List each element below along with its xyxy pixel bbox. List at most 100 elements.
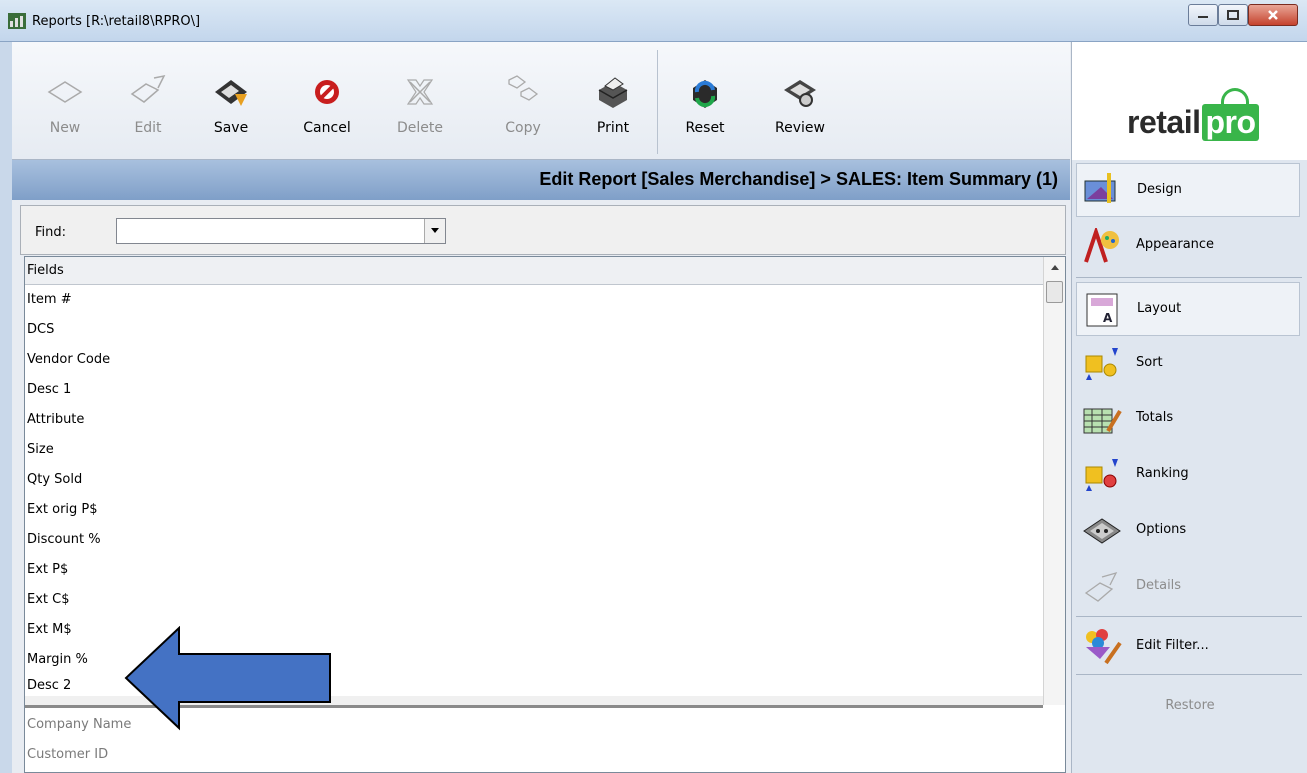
logo-text-pro: pro [1202, 104, 1259, 141]
print-button[interactable]: Print [580, 72, 646, 152]
sidebar-label-ranking: Ranking [1136, 466, 1189, 481]
app-icon [8, 13, 26, 29]
sort-icon [1085, 348, 1118, 380]
toolbar-separator [657, 50, 658, 154]
save-button[interactable]: Save [198, 72, 264, 152]
ranking-icon [1085, 459, 1118, 491]
field-item[interactable]: DCS [27, 315, 54, 345]
sidebar-item-totals[interactable]: Totals [1076, 392, 1300, 446]
sidebar-item-ranking[interactable]: Ranking [1076, 448, 1300, 502]
retailpro-logo: retail pro [1071, 42, 1307, 160]
title-bar: Reports [R:\retail8\RPRO\] [0, 0, 1307, 42]
sidebar-divider [1076, 277, 1302, 278]
reset-button[interactable]: Reset [672, 72, 738, 152]
layout-icon: A [1086, 293, 1118, 327]
field-item[interactable]: Desc 2 [27, 675, 71, 697]
sidebar-label-totals: Totals [1136, 410, 1174, 425]
new-button[interactable]: New [32, 72, 98, 152]
scroll-thumb[interactable] [1046, 281, 1063, 303]
svg-text:A: A [1103, 311, 1113, 325]
close-button[interactable] [1248, 4, 1298, 26]
print-icon [598, 77, 628, 108]
copy-icon [508, 75, 539, 101]
field-item[interactable]: Discount % [27, 525, 101, 555]
print-label: Print [596, 120, 630, 136]
fields-scrollbar[interactable] [1043, 257, 1065, 705]
page-title: Edit Report [Sales Merchandise] > SALES:… [539, 169, 1058, 189]
sidebar-item-layout[interactable]: A Layout [1076, 282, 1300, 336]
find-panel: Find: [20, 205, 1066, 255]
field-item[interactable]: Item # [27, 285, 72, 315]
copy-button[interactable]: Copy [490, 72, 556, 152]
cancel-icon [315, 80, 339, 104]
delete-icon [406, 79, 434, 105]
scroll-up-button[interactable] [1044, 257, 1065, 277]
edit-label: Edit [134, 120, 162, 136]
field-item[interactable]: Ext M$ [27, 615, 72, 645]
appearance-icon [1084, 228, 1119, 263]
reset-icon [693, 80, 717, 108]
field-item[interactable]: Ext C$ [27, 585, 70, 615]
sidebar-item-design[interactable]: Design [1076, 163, 1300, 217]
close-icon [1268, 10, 1278, 20]
minimize-icon [1198, 16, 1208, 18]
logo-text: retail pro [1127, 104, 1259, 141]
save-icon [215, 80, 247, 106]
sidebar-item-options[interactable]: Options [1076, 504, 1300, 558]
sidebar-label-appearance: Appearance [1136, 237, 1215, 252]
design-icon [1084, 173, 1116, 203]
new-label: New [49, 120, 81, 136]
delete-button[interactable]: Delete [387, 72, 453, 152]
sidebar-label-options: Options [1136, 522, 1187, 537]
filter-icon [1086, 629, 1122, 665]
field-item[interactable]: Ext orig P$ [27, 495, 98, 525]
cancel-button[interactable]: Cancel [294, 72, 360, 152]
field-item[interactable]: Desc 1 [27, 375, 71, 405]
new-icon [47, 81, 83, 103]
toolbar: New Edit Save Cancel Delete Copy Print R… [12, 42, 1070, 160]
sidebar-item-details[interactable]: Details [1076, 560, 1300, 614]
save-label: Save [213, 120, 249, 136]
review-button[interactable]: Review [767, 72, 833, 152]
sidebar-divider [1076, 674, 1302, 675]
find-combobox[interactable] [116, 218, 446, 244]
left-border [0, 42, 12, 773]
annotation-arrow [124, 626, 331, 731]
maximize-icon [1227, 10, 1239, 20]
available-field-item[interactable]: Company Name [27, 710, 131, 740]
review-label: Review [775, 120, 825, 136]
edit-button[interactable]: Edit [115, 72, 181, 152]
minimize-button[interactable] [1188, 4, 1218, 26]
sidebar-label-layout: Layout [1137, 301, 1182, 316]
sidebar-divider [1076, 616, 1302, 617]
edit-icon [130, 74, 166, 103]
delete-label: Delete [397, 120, 443, 136]
review-icon [784, 80, 816, 107]
sidebar-item-appearance[interactable]: Appearance [1076, 219, 1300, 273]
window-title: Reports [R:\retail8\RPRO\] [32, 14, 201, 29]
sidebar-label-sort: Sort [1136, 355, 1163, 370]
chevron-down-icon [431, 228, 439, 233]
sidebar-label-details: Details [1136, 578, 1182, 593]
report-header-bar: Edit Report [Sales Merchandise] > SALES:… [12, 160, 1070, 200]
logo-text-retail: retail [1127, 104, 1201, 140]
sidebar-item-edit-filter[interactable]: Edit Filter... [1076, 620, 1300, 674]
field-item[interactable]: Qty Sold [27, 465, 82, 495]
sidebar: Design Appearance A Layout Sort Totals R… [1071, 160, 1307, 773]
field-item[interactable]: Attribute [27, 405, 84, 435]
field-item[interactable]: Vendor Code [27, 345, 110, 375]
fields-column-header: Fields [25, 257, 1043, 285]
maximize-button[interactable] [1218, 4, 1248, 26]
find-label: Find: [35, 225, 67, 240]
field-item[interactable]: Size [27, 435, 54, 465]
field-item[interactable]: Margin % [27, 645, 88, 675]
restore-button[interactable]: Restore [1072, 698, 1307, 713]
chevron-up-icon [1050, 264, 1059, 270]
reset-label: Reset [685, 120, 725, 136]
find-dropdown-button[interactable] [424, 219, 445, 243]
available-field-item[interactable]: Customer ID [27, 740, 108, 770]
field-item[interactable]: Ext P$ [27, 555, 68, 585]
options-icon [1083, 518, 1121, 544]
copy-label: Copy [505, 120, 541, 136]
sidebar-item-sort[interactable]: Sort [1076, 337, 1300, 391]
